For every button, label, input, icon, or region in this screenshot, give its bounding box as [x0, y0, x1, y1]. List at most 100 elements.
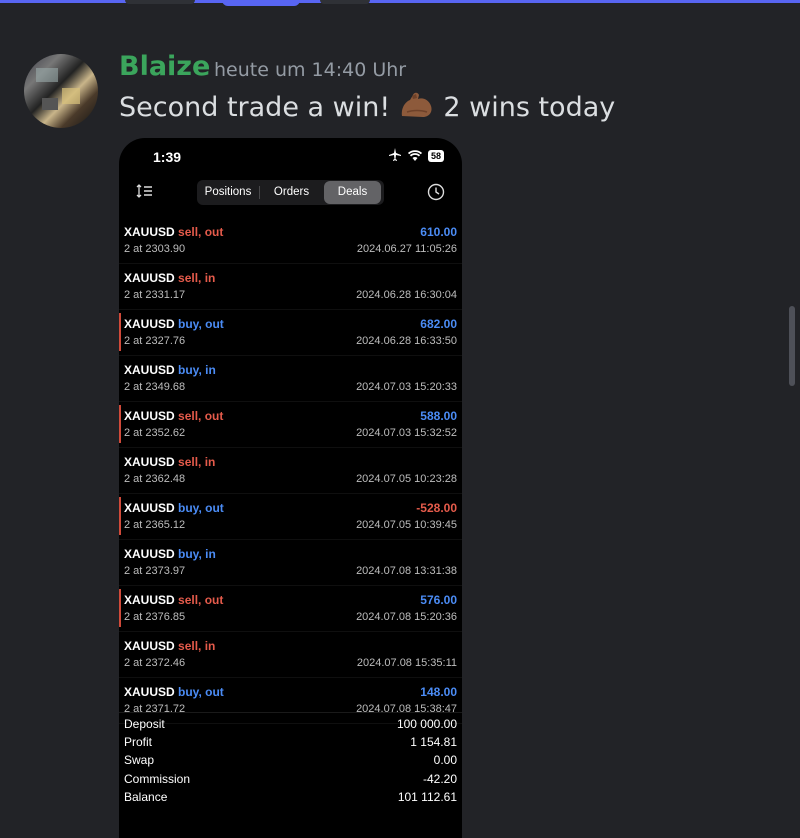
tab-deals[interactable]: Deals: [324, 181, 381, 204]
deal-quantity-price: 2 at 2373.97: [124, 565, 186, 577]
summary-value: 1 154.81: [410, 735, 457, 750]
deal-datetime: 2024.06.27 11:05:26: [356, 243, 457, 255]
deal-datetime: 2024.06.28 16:33:50: [356, 335, 457, 347]
message-text-part: 2 wins today: [443, 92, 616, 123]
deal-row[interactable]: XAUUSD sell, in 2 at 2331.17 2024.06.28 16…: [119, 264, 462, 310]
summary-value: -42.20: [422, 771, 457, 786]
deal-datetime: 2024.07.05 10:23:28: [356, 473, 457, 485]
deal-row[interactable]: XAUUSD sell, in 2 at 2372.46 2024.07.08 15…: [119, 632, 462, 678]
top-tab-indicator: [125, 0, 195, 4]
battery-icon: 58: [427, 150, 444, 162]
deal-action: buy, out: [178, 685, 224, 699]
deal-profit: 148.00: [420, 685, 457, 699]
deal-symbol-line: XAUUSD buy, out: [124, 685, 224, 699]
deal-action: sell, out: [178, 225, 224, 239]
deal-symbol-line: XAUUSD sell, in: [124, 271, 215, 285]
tab-positions[interactable]: Positions: [197, 180, 259, 205]
deal-tabs: Positions Orders Deals: [197, 180, 384, 205]
deal-symbol: XAUUSD: [124, 225, 175, 239]
deal-profit: 610.00: [420, 225, 457, 239]
deal-quantity-price: 2 at 2372.46: [124, 657, 186, 669]
summary-row: Deposit 100 000.00: [119, 717, 462, 735]
deal-symbol-line: XAUUSD sell, out: [124, 593, 223, 607]
deal-symbol: XAUUSD: [124, 363, 175, 377]
tab-orders[interactable]: Orders: [260, 180, 323, 205]
avatar-detail: [62, 88, 80, 104]
deal-symbol: XAUUSD: [124, 639, 175, 653]
summary-row: Swap 0.00: [119, 753, 462, 771]
deal-quantity-price: 2 at 2376.85: [124, 611, 186, 623]
deal-quantity-price: 2 at 2331.17: [124, 289, 186, 301]
account-summary: Deposit 100 000.00 Profit 1 154.81 Swap 0.00 C…: [119, 712, 462, 808]
deal-symbol-line: XAUUSD buy, out: [124, 501, 224, 515]
deal-profit: 576.00: [420, 593, 457, 607]
username[interactable]: Blaize: [119, 51, 210, 82]
top-accent-bar: [0, 0, 800, 3]
deal-symbol-line: XAUUSD sell, out: [124, 409, 223, 423]
summary-row: Profit 1 154.81: [119, 735, 462, 753]
deal-row[interactable]: XAUUSD sell, out 2 at 2303.90 610.00 2024.0…: [119, 218, 462, 264]
deal-action: sell, out: [178, 409, 224, 423]
deal-action: buy, in: [178, 547, 216, 561]
deal-datetime: 2024.07.05 10:39:45: [356, 519, 457, 531]
deal-symbol-line: XAUUSD sell, in: [124, 639, 215, 653]
deal-row[interactable]: XAUUSD buy, in 2 at 2373.97 2024.07.08 13:…: [119, 540, 462, 586]
deal-symbol-line: XAUUSD buy, in: [124, 363, 216, 377]
summary-value: 100 000.00: [396, 717, 457, 731]
deal-action: buy, out: [178, 317, 224, 331]
chat-scrollbar[interactable]: [789, 306, 795, 386]
deal-symbol-line: XAUUSD buy, out: [124, 317, 224, 331]
deal-row[interactable]: XAUUSD sell, in 2 at 2362.48 2024.07.05 10…: [119, 448, 462, 494]
deal-quantity-price: 2 at 2327.76: [124, 335, 186, 347]
deal-symbol: XAUUSD: [124, 593, 175, 607]
deal-profit: -528.00: [416, 501, 457, 515]
trade-screenshot[interactable]: 1:39 58 Positions Orders Deals XAUUSD se…: [119, 138, 462, 838]
deal-symbol: XAUUSD: [124, 317, 175, 331]
history-clock-icon[interactable]: [427, 183, 445, 201]
deal-datetime: 2024.07.03 15:20:33: [356, 381, 457, 393]
deal-action: buy, out: [178, 501, 224, 515]
flexed-biceps-emoji-icon: [399, 90, 435, 127]
deal-row[interactable]: XAUUSD buy, out 2 at 2327.76 682.00 2024.06…: [119, 310, 462, 356]
deal-symbol: XAUUSD: [124, 501, 175, 515]
deal-action: sell, out: [178, 593, 224, 607]
sort-filter-icon[interactable]: [136, 183, 154, 199]
deal-symbol: XAUUSD: [124, 409, 175, 423]
deal-symbol: XAUUSD: [124, 455, 175, 469]
wifi-icon: [407, 149, 422, 164]
deal-quantity-price: 2 at 2303.90: [124, 243, 186, 255]
deal-action: sell, in: [178, 271, 216, 285]
deal-profit: 588.00: [420, 409, 457, 423]
deal-datetime: 2024.07.08 15:20:36: [356, 611, 457, 623]
deal-datetime: 2024.06.28 16:30:04: [356, 289, 457, 301]
top-active-indicator: [222, 0, 300, 6]
deal-quantity-price: 2 at 2362.48: [124, 473, 186, 485]
deals-list: XAUUSD sell, out 2 at 2303.90 610.00 2024.0…: [119, 218, 462, 724]
deal-action: sell, in: [178, 455, 216, 469]
message-text: Second trade a win! 2 wins today: [119, 90, 615, 127]
deal-datetime: 2024.07.08 13:31:38: [356, 565, 457, 577]
summary-row: Commission -42.20: [119, 772, 462, 790]
status-time: 1:39: [153, 149, 182, 165]
deal-symbol: XAUUSD: [124, 271, 175, 285]
deal-action: sell, in: [178, 639, 216, 653]
deal-symbol-line: XAUUSD buy, in: [124, 547, 216, 561]
avatar[interactable]: [24, 54, 98, 128]
deal-row[interactable]: XAUUSD buy, in 2 at 2349.68 2024.07.03 15:…: [119, 356, 462, 402]
summary-label: Deposit: [124, 717, 165, 731]
deal-quantity-price: 2 at 2352.62: [124, 427, 186, 439]
deal-symbol: XAUUSD: [124, 685, 175, 699]
deal-row[interactable]: XAUUSD sell, out 2 at 2352.62 588.00 2024.0…: [119, 402, 462, 448]
deal-symbol-line: XAUUSD sell, out: [124, 225, 223, 239]
deal-row[interactable]: XAUUSD buy, out 2 at 2365.12 -528.00 2024.0…: [119, 494, 462, 540]
deal-datetime: 2024.07.08 15:35:11: [356, 657, 457, 669]
summary-label: Balance: [124, 789, 168, 804]
avatar-detail: [36, 68, 58, 82]
deal-row[interactable]: XAUUSD sell, out 2 at 2376.85 576.00 2024.0…: [119, 586, 462, 632]
message-timestamp: heute um 14:40 Uhr: [214, 59, 407, 81]
top-tab-indicator: [320, 0, 370, 4]
deal-symbol-line: XAUUSD sell, in: [124, 455, 215, 469]
airplane-icon: [388, 148, 402, 164]
deal-action: buy, in: [178, 363, 216, 377]
summary-label: Swap: [124, 753, 155, 768]
